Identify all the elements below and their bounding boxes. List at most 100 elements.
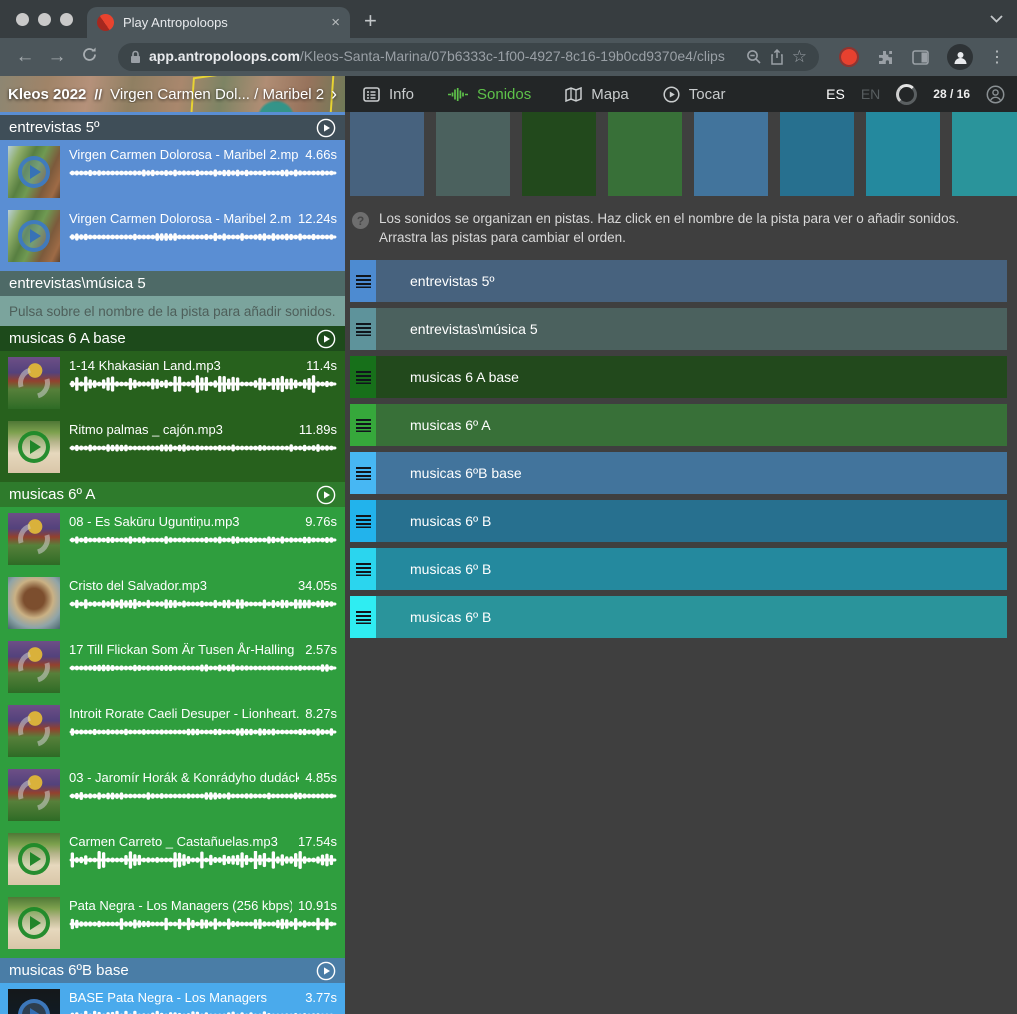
track-bar[interactable]: musicas 6º A — [376, 404, 1007, 446]
track-row[interactable]: musicas 6º B — [350, 548, 1007, 590]
track-bar[interactable]: musicas 6 A base — [376, 356, 1007, 398]
clip-waveform[interactable] — [69, 164, 337, 182]
clip-title[interactable]: 1-14 Khakasian Land.mp3 — [69, 358, 300, 373]
forward-button[interactable]: → — [44, 46, 70, 68]
clip-title[interactable]: Carmen Carreto _ Castañuelas.mp3 — [69, 834, 292, 849]
track-row[interactable]: entrevistas 5º — [350, 260, 1007, 302]
browser-menu-icon[interactable]: ⋮ — [989, 47, 1005, 67]
track-bar[interactable]: musicas 6ºB base — [376, 452, 1007, 494]
track-drag-handle[interactable] — [350, 452, 376, 494]
clip-waveform[interactable] — [69, 659, 337, 677]
lang-es-button[interactable]: ES — [826, 86, 845, 102]
clip-title[interactable]: Cristo del Salvador.mp3 — [69, 578, 292, 593]
clip-play-icon[interactable] — [8, 989, 60, 1014]
section-play-button[interactable] — [316, 961, 336, 981]
clip-row[interactable]: 03 - Jaromír Horák & Konrádyho dudácká .… — [0, 763, 345, 827]
clip-waveform[interactable] — [69, 851, 337, 869]
clip-play-icon[interactable] — [8, 833, 60, 885]
track-name[interactable]: musicas 6º A — [410, 417, 491, 433]
clip-thumbnail[interactable] — [8, 641, 60, 693]
clip-thumbnail[interactable] — [8, 146, 60, 198]
tab-list-chevron-icon[interactable] — [990, 10, 1003, 28]
clip-waveform[interactable] — [69, 1007, 337, 1014]
track-bar[interactable]: entrevistas\música 5 — [376, 308, 1007, 350]
clip-thumbnail[interactable] — [8, 705, 60, 757]
clip-title[interactable]: 03 - Jaromír Horák & Konrádyho dudácká .… — [69, 770, 299, 785]
track-bar[interactable]: musicas 6º B — [376, 596, 1007, 638]
share-icon[interactable] — [770, 49, 784, 65]
url-text[interactable]: app.antropoloops.com/Kleos-Santa-Marina/… — [149, 48, 738, 66]
track-name[interactable]: musicas 6ºB base — [410, 465, 522, 481]
profile-avatar[interactable] — [947, 44, 973, 70]
track-bar[interactable]: musicas 6º B — [376, 500, 1007, 542]
clip-play-icon[interactable] — [8, 897, 60, 949]
clip-waveform[interactable] — [69, 595, 337, 613]
clip-waveform[interactable] — [69, 787, 337, 805]
clip-thumbnail[interactable] — [8, 989, 60, 1014]
maximize-window-icon[interactable] — [60, 13, 73, 26]
tab-sonidos[interactable]: Sonidos — [448, 86, 531, 103]
track-section-header[interactable]: musicas 6ºB base — [0, 958, 345, 983]
clip-thumbnail[interactable] — [8, 357, 60, 409]
track-section-header[interactable]: entrevistas 5º — [0, 115, 345, 140]
track-row[interactable]: musicas 6º B — [350, 596, 1007, 638]
clip-row[interactable]: Pata Negra - Los Managers (256 kbps).mp3… — [0, 891, 345, 955]
reload-button[interactable] — [76, 46, 102, 69]
clip-waveform[interactable] — [69, 723, 337, 741]
clip-row[interactable]: Carmen Carreto _ Castañuelas.mp317.54s — [0, 827, 345, 891]
track-section-header[interactable]: musicas 6 A base — [0, 326, 345, 351]
track-color-square[interactable] — [608, 112, 682, 196]
clip-row[interactable]: Virgen Carmen Dolorosa - Maribel 2.mp34.… — [0, 140, 345, 204]
track-row[interactable]: entrevistas\música 5 — [350, 308, 1007, 350]
section-play-button[interactable] — [316, 485, 336, 505]
zoom-icon[interactable] — [746, 49, 762, 65]
track-drag-handle[interactable] — [350, 356, 376, 398]
clip-row[interactable]: Introit Rorate Caeli Desuper - Lionheart… — [0, 699, 345, 763]
track-color-square[interactable] — [522, 112, 596, 196]
clip-thumbnail[interactable] — [8, 513, 60, 565]
track-section-header[interactable]: musicas 6º A — [0, 482, 345, 507]
track-drag-handle[interactable] — [350, 260, 376, 302]
track-bar[interactable]: entrevistas 5º — [376, 260, 1007, 302]
clip-thumbnail[interactable] — [8, 577, 60, 629]
bookmark-star-icon[interactable]: ☆ — [792, 47, 807, 67]
tab-mapa[interactable]: Mapa — [565, 86, 629, 103]
tab-tocar[interactable]: Tocar — [663, 86, 726, 103]
account-icon[interactable] — [986, 85, 1005, 104]
clip-thumbnail[interactable] — [8, 833, 60, 885]
clip-title[interactable]: Virgen Carmen Dolorosa - Maribel 2.mp3 — [69, 211, 292, 226]
track-color-square[interactable] — [350, 112, 424, 196]
clip-title[interactable]: 17 Till Flickan Som Är Tusen År-Halling … — [69, 642, 299, 657]
clip-waveform[interactable] — [69, 531, 337, 549]
track-color-square[interactable] — [694, 112, 768, 196]
track-bar[interactable]: musicas 6º B — [376, 548, 1007, 590]
lock-icon[interactable] — [130, 50, 141, 64]
clip-play-icon[interactable] — [8, 210, 60, 262]
breadcrumb[interactable]: Kleos 2022 // Virgen Carmen Dol... / Mar… — [0, 76, 345, 112]
clip-title[interactable]: 08 - Es Sakūru Uguntiņu.mp3 — [69, 514, 299, 529]
clip-loading-ring-icon[interactable] — [8, 357, 60, 409]
track-color-square[interactable] — [436, 112, 510, 196]
close-window-icon[interactable] — [16, 13, 29, 26]
track-drag-handle[interactable] — [350, 596, 376, 638]
track-section-header[interactable]: entrevistas\música 5 — [0, 271, 345, 296]
track-row[interactable]: musicas 6º A — [350, 404, 1007, 446]
clip-row[interactable]: BASE Pata Negra - Los Managers3.77s — [0, 983, 345, 1014]
track-drag-handle[interactable] — [350, 500, 376, 542]
back-button[interactable]: ← — [12, 46, 38, 68]
track-name[interactable]: musicas 6 A base — [410, 369, 519, 385]
window-controls[interactable] — [0, 0, 87, 38]
track-name[interactable]: entrevistas 5º — [410, 273, 495, 289]
clip-row[interactable]: Cristo del Salvador.mp334.05s — [0, 571, 345, 635]
clip-row[interactable]: Ritmo palmas _ cajón.mp311.89s — [0, 415, 345, 479]
track-section-name[interactable]: entrevistas 5º — [9, 119, 308, 136]
new-tab-button[interactable]: + — [364, 8, 377, 34]
extensions-puzzle-icon[interactable] — [877, 49, 894, 66]
track-name[interactable]: musicas 6º B — [410, 609, 491, 625]
browser-tab[interactable]: Play Antropoloops × — [87, 7, 350, 38]
section-play-button[interactable] — [316, 329, 336, 349]
clip-title[interactable]: Ritmo palmas _ cajón.mp3 — [69, 422, 293, 437]
clip-title[interactable]: Pata Negra - Los Managers (256 kbps).mp3 — [69, 898, 292, 913]
track-name[interactable]: musicas 6º B — [410, 561, 491, 577]
breadcrumb-path[interactable]: Virgen Carmen Dol... / Maribel 2 — [110, 86, 327, 103]
